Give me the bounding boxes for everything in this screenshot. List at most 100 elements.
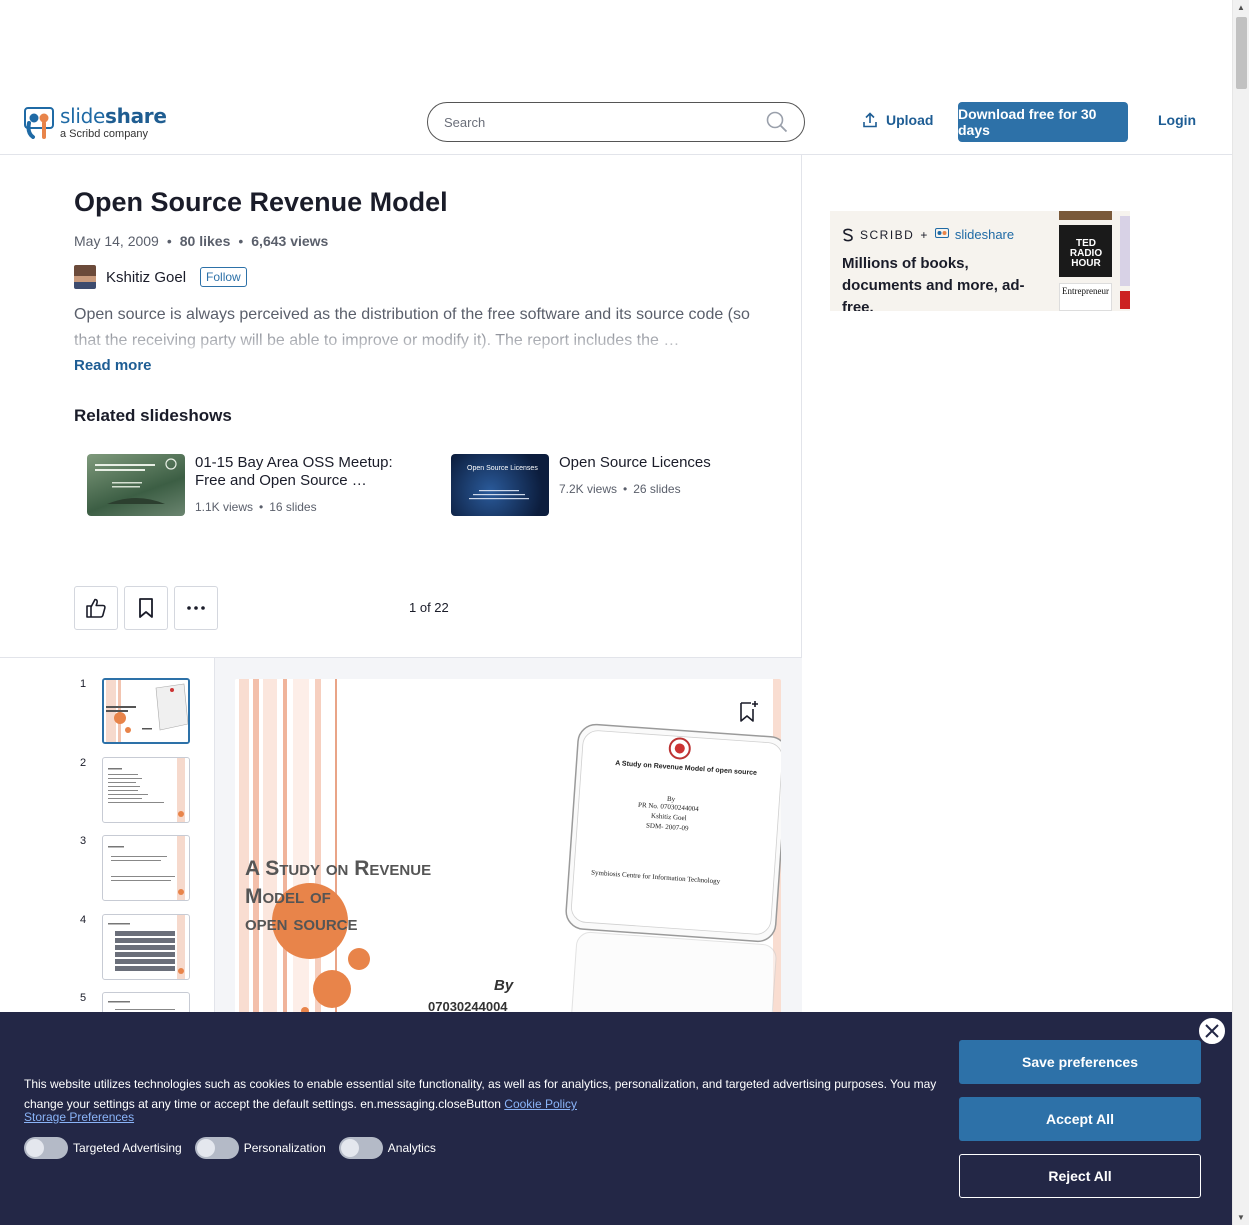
consent-toggles: Targeted Advertising Personalization Ana… (24, 1137, 444, 1159)
slideshare-label: slideshare (954, 227, 1015, 242)
read-more-link[interactable]: Read more (74, 357, 152, 374)
scroll-down-arrow-icon[interactable]: ▼ (1237, 1213, 1245, 1222)
related-thumbnail[interactable]: Open Source Licenses (451, 454, 549, 516)
close-icon[interactable] (1197, 1016, 1227, 1046)
upload-icon (863, 112, 877, 128)
stats-dot: • (623, 482, 628, 496)
entrepreneur-cover-text: Entrepreneur (1062, 286, 1109, 296)
upload-date: May 14, 2009 (74, 233, 159, 249)
thumbnail-item[interactable]: 2 (80, 757, 190, 823)
action-bar (74, 586, 218, 630)
toggle-label: Targeted Advertising (73, 1141, 182, 1155)
scribd-logo-icon (843, 228, 853, 241)
thumbnail-number: 4 (80, 914, 87, 926)
personalization-toggle[interactable] (194, 1137, 239, 1159)
follow-button[interactable]: Follow (200, 267, 247, 287)
page-counter: 1 of 22 (409, 600, 449, 615)
site-header: slideshare a Scribd company Search Uploa… (0, 90, 1232, 155)
book-cover-5 (1120, 291, 1130, 309)
views-count: 6,643 views (251, 233, 329, 249)
logo-subtitle: a Scribd company (60, 128, 149, 140)
logo-wordmark: slideshare (60, 104, 167, 128)
description-fade (74, 329, 764, 355)
thumbnail-item[interactable]: 3 (80, 835, 190, 901)
related-thumbnail[interactable] (87, 454, 185, 516)
stats-dot: • (259, 500, 264, 514)
thumbnail-item[interactable]: 1 (80, 678, 190, 744)
toggle-label: Analytics (387, 1141, 436, 1155)
thumbnail-image[interactable] (102, 835, 190, 901)
toggle-label: Personalization (243, 1141, 326, 1155)
related-title[interactable]: 01-15 Bay Area OSS Meetup: Free and Open… (195, 454, 395, 490)
bookmark-add-icon[interactable] (738, 700, 760, 724)
book-cover-4 (1120, 216, 1130, 286)
author-name[interactable]: Kshitiz Goel (106, 269, 186, 286)
search-icon[interactable] (766, 111, 788, 133)
slide-title-line2: Model of (245, 885, 331, 908)
targeted-advertising-toggle[interactable] (24, 1137, 68, 1159)
cookie-text: This website utilizes technologies such … (24, 1077, 937, 1111)
author-block: Kshitiz Goel Follow (74, 265, 247, 289)
ted-cover-text: TED RADIO HOUR (1069, 238, 1103, 269)
slideshare-logo[interactable]: slideshare a Scribd company (24, 106, 167, 140)
reject-all-button[interactable]: Reject All (959, 1154, 1201, 1198)
slideshare-logo-icon (934, 227, 949, 238)
search-placeholder: Search (444, 114, 486, 130)
related-stats: 1.1K views • 16 slides (195, 500, 395, 514)
scroll-up-arrow-icon[interactable]: ▲ (1237, 3, 1245, 12)
thumbnail-image[interactable] (102, 757, 190, 823)
slide-by: By (494, 977, 514, 994)
like-button[interactable] (74, 586, 118, 630)
storage-preferences-link[interactable]: Storage Preferences (24, 1110, 134, 1124)
related-slides: 16 slides (269, 500, 317, 514)
scribd-label: SCRIBD (860, 227, 915, 242)
download-free-button[interactable]: Download free for 30 days (958, 102, 1128, 142)
thumbnail-item[interactable]: 4 (80, 914, 190, 980)
related-item[interactable]: 01-15 Bay Area OSS Meetup: Free and Open… (87, 454, 395, 516)
cookie-message: This website utilizes technologies such … (24, 1074, 944, 1114)
slide-title-line3: open source (245, 912, 358, 935)
ad-headline: Millions of books, documents and more, a… (842, 255, 1025, 311)
ad-brand: SCRIBD + slideshare (842, 227, 1014, 242)
analytics-toggle[interactable] (338, 1137, 383, 1159)
bookmark-icon (139, 598, 153, 618)
scribd-ad-banner[interactable]: SCRIBD + slideshare Millions of books, d… (830, 211, 1130, 311)
author-avatar[interactable] (74, 265, 96, 289)
book-cover-entrepreneur: Entrepreneur (1059, 283, 1112, 311)
more-options-button[interactable] (174, 586, 218, 630)
book-cover-1 (1059, 211, 1112, 220)
upload-button[interactable]: Upload (862, 112, 933, 128)
upload-label: Upload (886, 112, 934, 128)
doc-meta: May 14, 2009 • 80 likes • 6,643 views (74, 233, 328, 249)
book-cover-ted: TED RADIO HOUR (1059, 225, 1112, 277)
thumbnail-image[interactable] (102, 914, 190, 980)
thumbnail-number: 2 (80, 757, 87, 769)
save-button[interactable] (124, 586, 168, 630)
page-title: Open Source Revenue Model (74, 187, 448, 217)
related-heading: Related slideshows (74, 406, 232, 425)
save-preferences-button[interactable]: Save preferences (959, 1040, 1201, 1084)
likes-count: 80 likes (179, 233, 231, 249)
meta-dot: • (238, 233, 244, 249)
scrollbar-thumb[interactable] (1236, 17, 1247, 89)
related-views: 7.2K views (559, 482, 618, 496)
page-scrollbar[interactable]: ▲ ▼ (1232, 0, 1249, 1225)
more-horizontal-icon (187, 606, 205, 610)
related-item[interactable]: Open Source Licenses Open Source Licence… (451, 454, 759, 516)
login-link[interactable]: Login (1158, 112, 1196, 128)
related-views: 1.1K views (195, 500, 254, 514)
related-stats: 7.2K views • 26 slides (559, 482, 759, 496)
thumbnail-number: 3 (80, 835, 87, 847)
cookie-policy-link[interactable]: Cookie Policy (504, 1097, 577, 1111)
thumbnail-number: 1 (80, 678, 87, 690)
accept-all-button[interactable]: Accept All (959, 1097, 1201, 1141)
plus-sign: + (920, 227, 929, 242)
related-title[interactable]: Open Source Licences (559, 454, 759, 472)
meta-dot: • (166, 233, 172, 249)
cookie-consent-banner: This website utilizes technologies such … (0, 1012, 1232, 1225)
search-input[interactable]: Search (427, 102, 805, 142)
slide-title-line1: A Study on Revenue (245, 857, 432, 880)
thumbnail-image[interactable] (102, 678, 190, 744)
related-slides: 26 slides (633, 482, 681, 496)
slideshare-logo-icon (24, 107, 54, 139)
